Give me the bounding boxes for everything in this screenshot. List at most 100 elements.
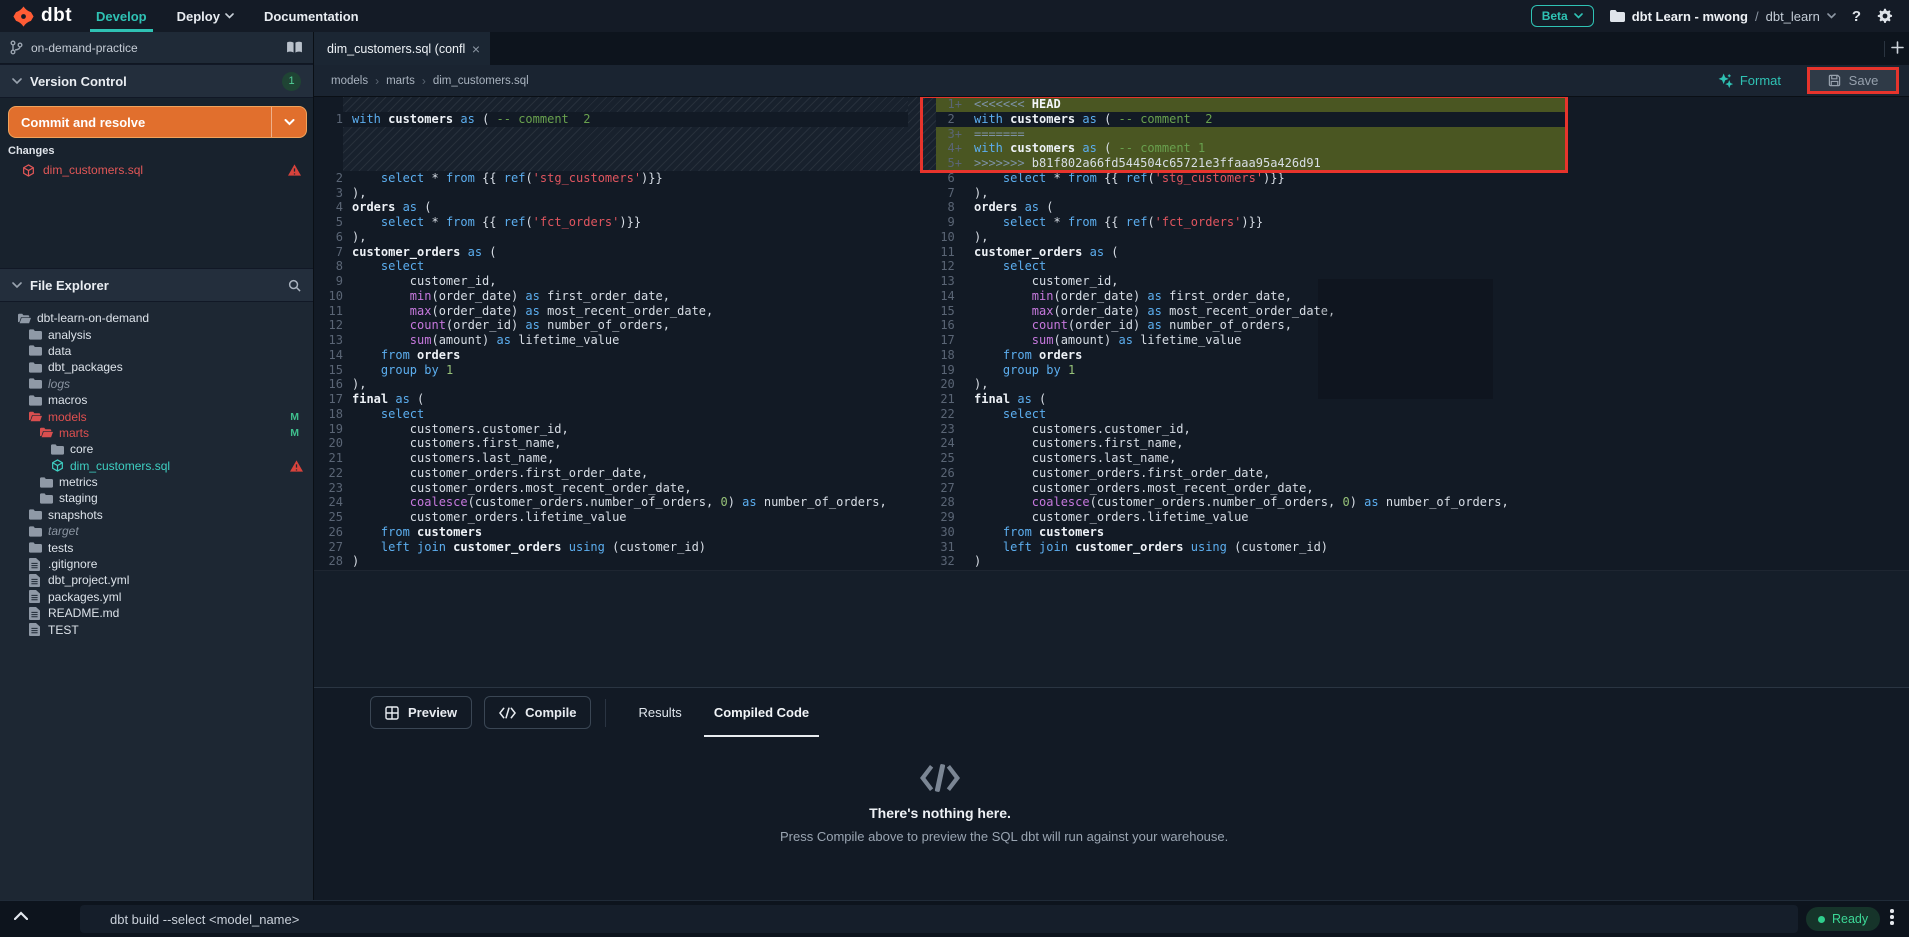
folder-icon [51, 444, 64, 455]
help-button[interactable]: ? [1852, 8, 1861, 25]
line-number: 3+ [936, 127, 966, 142]
line-number: 12 [313, 318, 352, 333]
right-pane-rows: 1+<<<<<<< HEAD2 with customers as ( -- c… [936, 97, 1909, 569]
compile-button[interactable]: Compile [484, 696, 591, 729]
tab-results[interactable]: Results [626, 688, 693, 737]
breadcrumb-item[interactable]: marts [386, 75, 415, 87]
chevron-down-icon [1827, 13, 1836, 19]
git-branch-bar[interactable]: on-demand-practice [0, 32, 313, 64]
dbt-logo-wordmark: dbt [41, 5, 72, 27]
account-name: dbt Learn - mwong [1632, 9, 1748, 24]
code-row: 7customer_orders as ( [313, 245, 908, 260]
line-number: 18 [313, 407, 352, 422]
code-icon [780, 763, 1100, 793]
tree-item-snapshots[interactable]: snapshots [0, 507, 313, 523]
editor-pane-conflict[interactable]: 1+<<<<<<< HEAD2 with customers as ( -- c… [908, 97, 1909, 570]
save-button[interactable]: Save [1807, 67, 1899, 94]
commit-options-toggle[interactable] [271, 107, 306, 137]
code-line: select * from {{ ref('stg_customers')}} [966, 171, 1909, 186]
code-row: 25 customers.last_name, [936, 451, 1909, 466]
folder-icon [29, 329, 42, 340]
tree-item-dim-customers-sql[interactable]: dim_customers.sql [0, 458, 313, 474]
sidebar: on-demand-practice Version Control 1 Com… [0, 32, 314, 900]
tree-item-data[interactable]: data [0, 343, 313, 359]
line-number: 4+ [936, 141, 966, 156]
tree-item-label: core [70, 442, 93, 456]
tree-item-core[interactable]: core [0, 441, 313, 457]
branch-name: on-demand-practice [31, 41, 138, 55]
nav-item-develop[interactable]: Develop [96, 0, 147, 32]
tree-item-packages-yml[interactable]: packages.yml [0, 589, 313, 605]
code-row: 16), [313, 377, 908, 392]
code-line: ), [966, 186, 1909, 201]
nav-item-documentation[interactable]: Documentation [264, 0, 359, 32]
format-button[interactable]: Format [1718, 73, 1781, 88]
code-row: 26 customer_orders.first_order_date, [936, 466, 1909, 481]
code-line: from orders [966, 348, 1909, 363]
kebab-menu-icon[interactable] [1890, 909, 1894, 925]
diff-hatch-block [343, 127, 908, 171]
code-row: 18 from orders [936, 348, 1909, 363]
line-number: 2 [936, 112, 966, 127]
chevron-up-icon[interactable] [14, 911, 28, 920]
project-selector[interactable]: dbt Learn - mwong / dbt_learn [1610, 9, 1836, 24]
version-control-header[interactable]: Version Control 1 [0, 64, 313, 98]
tree-item-staging[interactable]: staging [0, 490, 313, 506]
code-line: min(order_date) as first_order_date, [966, 289, 1909, 304]
tree-item-tests[interactable]: tests [0, 539, 313, 555]
breadcrumb-separator: › [375, 74, 379, 88]
nav-item-deploy[interactable]: Deploy [177, 0, 234, 32]
code-line: ), [966, 377, 1909, 392]
tab-bar-divider [1884, 41, 1885, 57]
file-explorer-header[interactable]: File Explorer [0, 268, 313, 302]
command-input[interactable] [80, 905, 1798, 933]
tree-item-test[interactable]: TEST [0, 621, 313, 637]
docs-book-icon[interactable] [286, 41, 303, 54]
tree-item-metrics[interactable]: metrics [0, 474, 313, 490]
code-row: 24 customers.first_name, [936, 436, 1909, 451]
code-row: 13 customer_id, [936, 274, 1909, 289]
search-icon[interactable] [288, 279, 301, 292]
breadcrumb-item[interactable]: models [331, 75, 368, 87]
commit-and-resolve-button[interactable]: Commit and resolve [8, 106, 307, 138]
line-number: 13 [936, 274, 966, 289]
nav-menu: Develop Deploy Documentation [96, 0, 359, 32]
changed-file-item[interactable]: dim_customers.sql [0, 160, 313, 180]
line-number: 29 [936, 510, 966, 525]
tree-item-dbt-learn-on-demand[interactable]: dbt-learn-on-demand [0, 310, 313, 326]
tree-item-logs[interactable]: logs [0, 376, 313, 392]
status-badge[interactable]: Ready [1806, 907, 1880, 931]
tree-item-analysis[interactable]: analysis [0, 326, 313, 342]
code-row: 27 customer_orders.most_recent_order_dat… [936, 481, 1909, 496]
line-number: 28 [936, 495, 966, 510]
beta-dropdown[interactable]: Beta [1531, 5, 1594, 27]
tree-item-target[interactable]: target [0, 523, 313, 539]
tab-compiled-code[interactable]: Compiled Code [702, 688, 821, 737]
tab-dim-customers[interactable]: dim_customers.sql (confli... × [313, 32, 490, 65]
tree-item--gitignore[interactable]: .gitignore [0, 556, 313, 572]
close-icon[interactable]: × [466, 41, 480, 57]
line-number: 26 [313, 525, 352, 540]
tree-item-models[interactable]: modelsM [0, 408, 313, 424]
code-row: 17 sum(amount) as lifetime_value [936, 333, 1909, 348]
code-line: count(order_id) as number_of_orders, [966, 318, 1909, 333]
tree-item-macros[interactable]: macros [0, 392, 313, 408]
tree-item-marts[interactable]: martsM [0, 425, 313, 441]
tree-item-dbt-project-yml[interactable]: dbt_project.yml [0, 572, 313, 588]
line-number: 27 [313, 540, 352, 555]
code-line: customer_orders.most_recent_order_date, [966, 481, 1909, 496]
top-nav: dbt Develop Deploy Documentation Beta dbt … [0, 0, 1909, 32]
dbt-logo[interactable]: dbt [0, 5, 82, 28]
tree-item-dbt-packages[interactable]: dbt_packages [0, 359, 313, 375]
new-tab-plus-icon[interactable] [1890, 40, 1905, 55]
git-modified-badge: M [290, 411, 299, 423]
tree-item-readme-md[interactable]: README.md [0, 605, 313, 621]
settings-gear-icon[interactable] [1877, 8, 1893, 24]
code-line: ), [352, 377, 908, 392]
breadcrumb-item[interactable]: dim_customers.sql [433, 75, 529, 87]
line-number: 24 [936, 436, 966, 451]
preview-button[interactable]: Preview [370, 696, 472, 729]
result-tabs: ResultsCompiled Code [626, 688, 821, 737]
code-line: from customers [966, 525, 1909, 540]
code-row: 5+>>>>>>> b81f802a66fd544504c65721e3ffaa… [936, 156, 1909, 171]
